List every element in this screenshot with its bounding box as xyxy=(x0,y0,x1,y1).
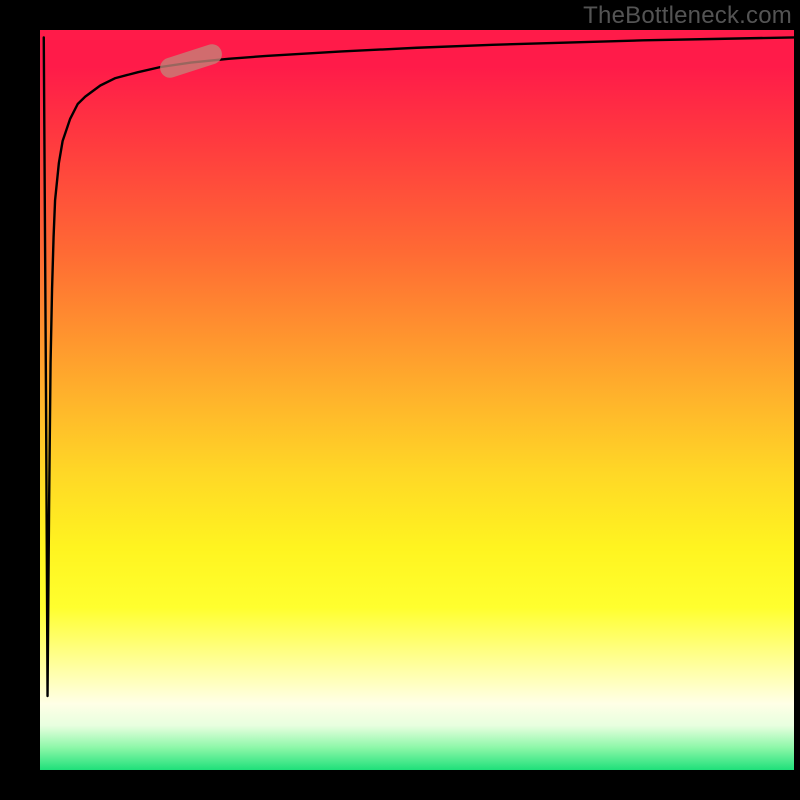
chart-stage: TheBottleneck.com xyxy=(0,0,800,800)
frame-bottom xyxy=(0,770,800,800)
plot-area xyxy=(40,30,794,770)
curve-svg xyxy=(40,30,794,770)
watermark-text: TheBottleneck.com xyxy=(583,2,792,30)
bottleneck-curve xyxy=(44,37,794,696)
frame-right xyxy=(794,0,800,800)
frame-left xyxy=(0,0,40,800)
